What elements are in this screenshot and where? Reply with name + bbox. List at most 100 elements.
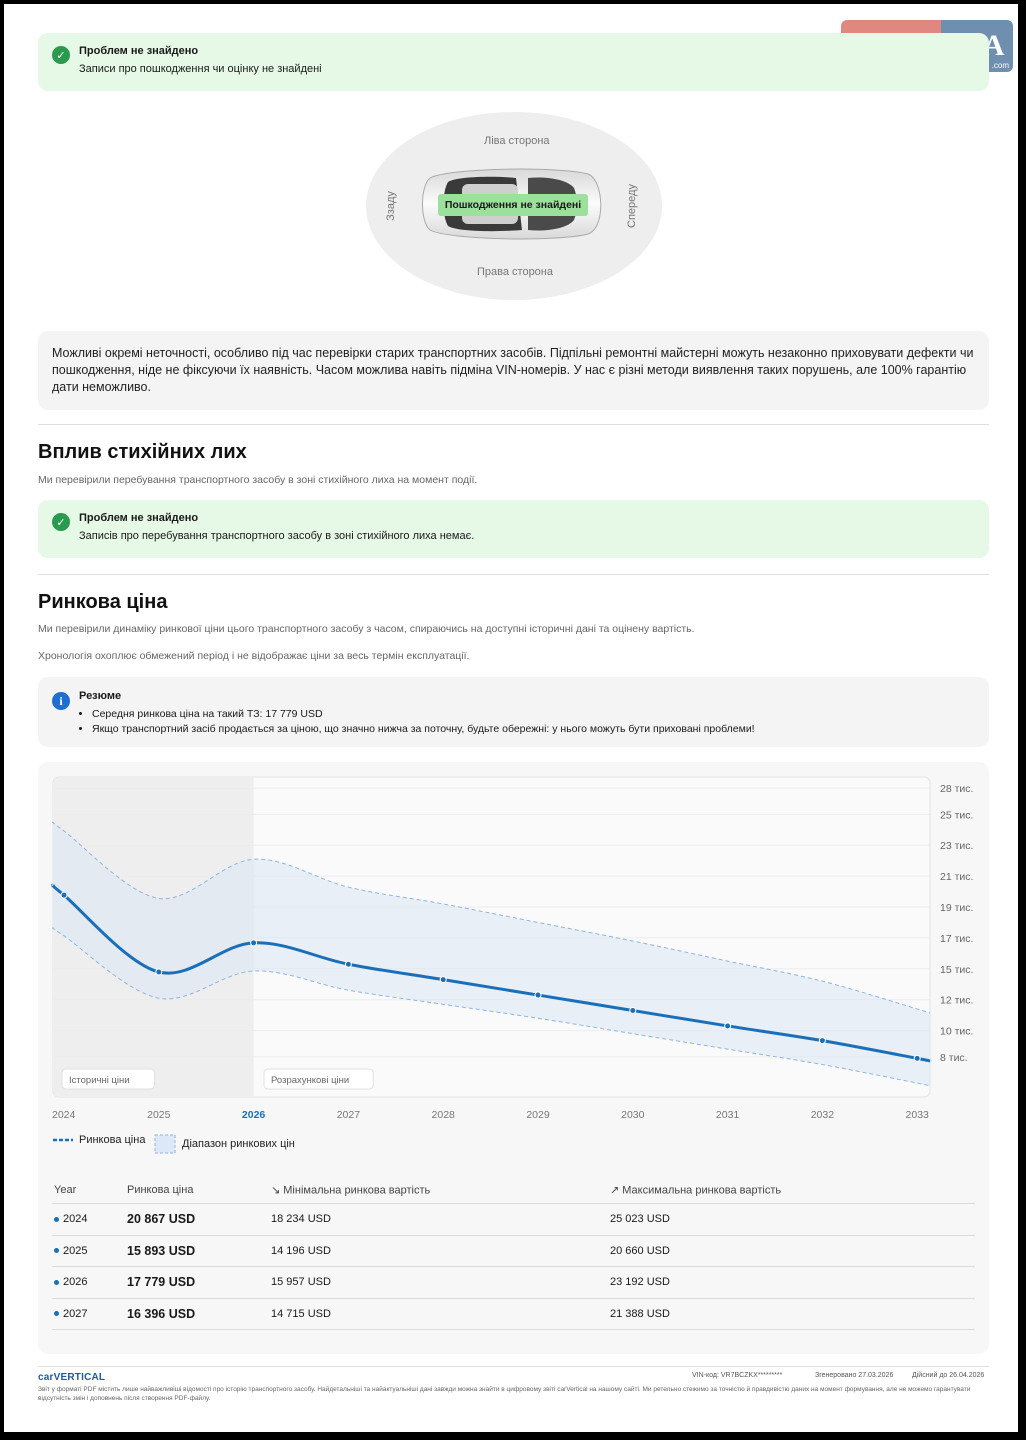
disaster-alert-desc: Записів про перебування транспортного за… (79, 530, 475, 542)
market-price-point (60, 891, 68, 899)
resume-item: Якщо транспортний засіб продається за ці… (92, 722, 755, 737)
row-year: 2026 (54, 1276, 87, 1288)
row-min: 15 957 USD (271, 1276, 331, 1289)
left-side-label: Ліва сторона (484, 135, 550, 147)
bullet-icon (54, 1311, 59, 1317)
disaster-alert: ✓ Проблем не знайдено Записів про перебу… (38, 500, 989, 558)
logo-com: .com (991, 61, 1009, 70)
market-subtitle-2: Хронологія охоплює обмежений період і не… (38, 650, 470, 662)
disaster-alert-title: Проблем не знайдено (79, 512, 199, 524)
legend-line-icon (53, 1138, 73, 1142)
vin-code: VIN-код: VR7BCZKX********* (692, 1372, 783, 1379)
market-price-point (534, 991, 542, 999)
resume-list: Середня ринкова ціна на такий ТЗ: 17 779… (92, 707, 755, 736)
damage-alert-desc: Записи про пошкодження чи оцінку не знай… (79, 63, 322, 75)
market-price-point (250, 939, 258, 947)
year-value: 2025 (63, 1244, 88, 1257)
x-tick-label: 2025 (147, 1109, 171, 1121)
check-icon: ✓ (52, 46, 70, 64)
divider (38, 574, 989, 575)
damage-alert-title: Проблем не знайдено (79, 45, 199, 57)
legend-price-range-label: Діапазон ринкових цін (182, 1138, 295, 1150)
market-price-point (344, 960, 352, 968)
y-tick-label: 17 тис. (940, 933, 973, 945)
y-tick-label: 25 тис. (940, 809, 973, 821)
y-tick-label: 21 тис. (940, 871, 973, 883)
row-price: 20 867 USD (127, 1212, 196, 1227)
year-value: 2027 (63, 1307, 88, 1320)
y-tick-label: 12 тис. (940, 995, 973, 1007)
y-tick-label: 8 тис. (940, 1052, 968, 1064)
row-price: 16 396 USD (127, 1306, 196, 1321)
col-year: Year (54, 1183, 77, 1196)
market-price-point (724, 1022, 732, 1030)
historical-prices-label: Історичні ціни (61, 1068, 155, 1090)
row-min: 14 715 USD (271, 1307, 331, 1320)
valid-until: Дійсний до 26.04.2026 (912, 1372, 985, 1379)
row-year: 2025 (54, 1245, 87, 1257)
bullet-icon (54, 1248, 59, 1254)
table-row: 2024 20 867 USD 18 234 USD 25 023 USD (52, 1204, 975, 1236)
x-tick-label: 2024 (52, 1109, 76, 1121)
row-max: 20 660 USD (610, 1244, 670, 1257)
col-price: Ринкова ціна (127, 1183, 194, 1196)
table-header: Year Ринкова ціна ↘ Мінімальна ринкова в… (52, 1176, 975, 1204)
legend-band-icon (154, 1134, 176, 1154)
market-subtitle-1: Ми перевірили динаміку ринкової ціни цьо… (38, 623, 695, 635)
market-price-chart: 28 тис. 25 тис. 23 тис. 21 тис. 19 тис. 17 ти… (51, 776, 973, 1121)
divider (38, 424, 989, 425)
table-row: 2025 15 893 USD 14 196 USD 20 660 USD (52, 1236, 975, 1267)
y-tick-label: 28 тис. (940, 783, 973, 795)
row-price: 15 893 USD (127, 1243, 196, 1258)
check-icon: ✓ (52, 513, 70, 531)
rear-label: Ззаду (384, 191, 397, 221)
market-price-point (818, 1037, 826, 1045)
col-max: ↗ Максимальна ринкова вартість (610, 1184, 782, 1196)
y-tick-label: 19 тис. (940, 902, 973, 914)
generated-date: Згенеровано 27.03.2026 (815, 1372, 894, 1379)
table-row: 2027 16 396 USD 14 715 USD 21 388 USD (52, 1299, 975, 1330)
report-page: auto RIA .com ✓ Проблем не знайдено Запи… (4, 4, 1018, 1432)
legend-market-price: Ринкова ціна (52, 1134, 145, 1146)
col-min: ↘ Мінімальна ринкова вартість (271, 1184, 431, 1196)
x-tick-label: 2033 (906, 1109, 930, 1121)
x-tick-label: 2032 (811, 1109, 835, 1121)
y-tick-label: 15 тис. (940, 964, 973, 976)
front-label: Спереду (625, 184, 638, 228)
disaster-heading: Вплив стихійних лих (38, 441, 247, 463)
row-max: 23 192 USD (610, 1276, 670, 1289)
legend-price-range: Діапазон ринкових цін (154, 1134, 295, 1154)
row-min: 18 234 USD (271, 1213, 331, 1226)
no-damage-badge: Пошкодження не знайдені (438, 194, 588, 216)
market-price-point (629, 1007, 637, 1015)
resume-item: Середня ринкова ціна на такий ТЗ: 17 779… (92, 707, 755, 722)
row-year: 2024 (54, 1213, 87, 1225)
footer-fine-print: Звіт у форматі PDF містить лише найважли… (38, 1386, 971, 1402)
x-tick-label: 2030 (621, 1109, 645, 1121)
row-max: 21 388 USD (610, 1307, 670, 1320)
x-tick-label: 2028 (432, 1109, 456, 1121)
accuracy-disclaimer: Можливі окремі неточності, особливо під … (38, 331, 989, 410)
y-tick-label: 10 тис. (940, 1026, 973, 1038)
market-heading: Ринкова ціна (38, 591, 168, 613)
disaster-subtitle: Ми перевірили перебування транспортного … (38, 474, 478, 486)
market-price-point (913, 1054, 921, 1062)
car-damage-diagram: Ліва сторона Права сторона Ззаду Спереду… (366, 112, 662, 300)
resume-box: i Резюме Середня ринкова ціна на такий Т… (38, 677, 989, 747)
x-tick-label: 2031 (716, 1109, 740, 1121)
row-price: 17 779 USD (127, 1275, 196, 1290)
price-table: Year Ринкова ціна ↘ Мінімальна ринкова в… (52, 1176, 975, 1330)
year-value: 2026 (63, 1276, 88, 1289)
row-max: 25 023 USD (610, 1213, 670, 1226)
x-tick-label: 2029 (526, 1109, 550, 1121)
damage-alert: ✓ Проблем не знайдено Записи про пошкодж… (38, 33, 989, 91)
row-year: 2027 (54, 1308, 87, 1320)
right-side-label: Права сторона (477, 266, 553, 278)
historical-prices-label-text: Історичні ціни (69, 1075, 130, 1086)
year-value: 2024 (63, 1213, 88, 1226)
x-tick-label: 2027 (337, 1109, 361, 1121)
market-price-point (155, 968, 163, 976)
footer-divider (38, 1366, 989, 1367)
resume-title: Резюме (79, 690, 122, 702)
table-row: 2026 17 779 USD 15 957 USD 23 192 USD (52, 1267, 975, 1299)
